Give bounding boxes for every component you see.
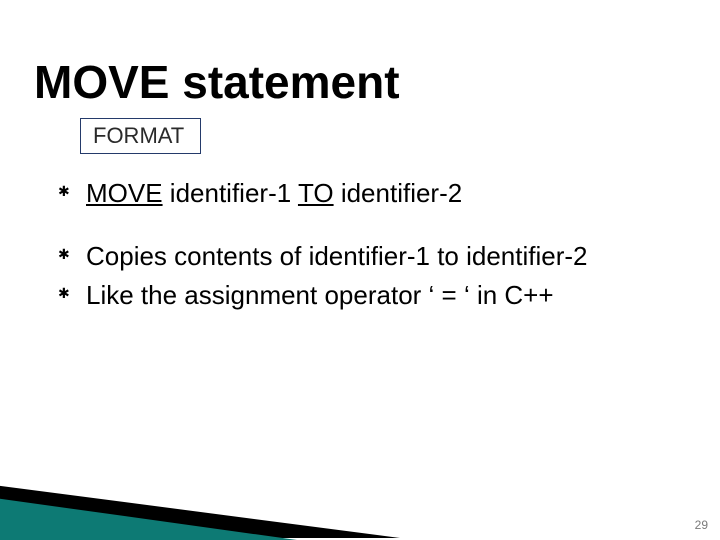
bullet-item: Like the assignment operator ‘ = ‘ in C+… [58, 278, 658, 313]
identifier-1: identifier-1 [163, 178, 298, 208]
page-number: 29 [695, 518, 708, 532]
syntax-line: MOVE identifier-1 TO identifier-2 [58, 176, 658, 211]
to-keyword: TO [298, 178, 334, 208]
format-label-box: FORMAT [80, 118, 201, 154]
corner-decoration [0, 420, 720, 540]
identifier-2: identifier-2 [334, 178, 463, 208]
slide-body: MOVE identifier-1 TO identifier-2 Copies… [58, 176, 658, 317]
move-keyword: MOVE [86, 178, 163, 208]
bullet-item: Copies contents of identifier-1 to ident… [58, 239, 658, 274]
slide-title: MOVE statement [34, 55, 400, 109]
